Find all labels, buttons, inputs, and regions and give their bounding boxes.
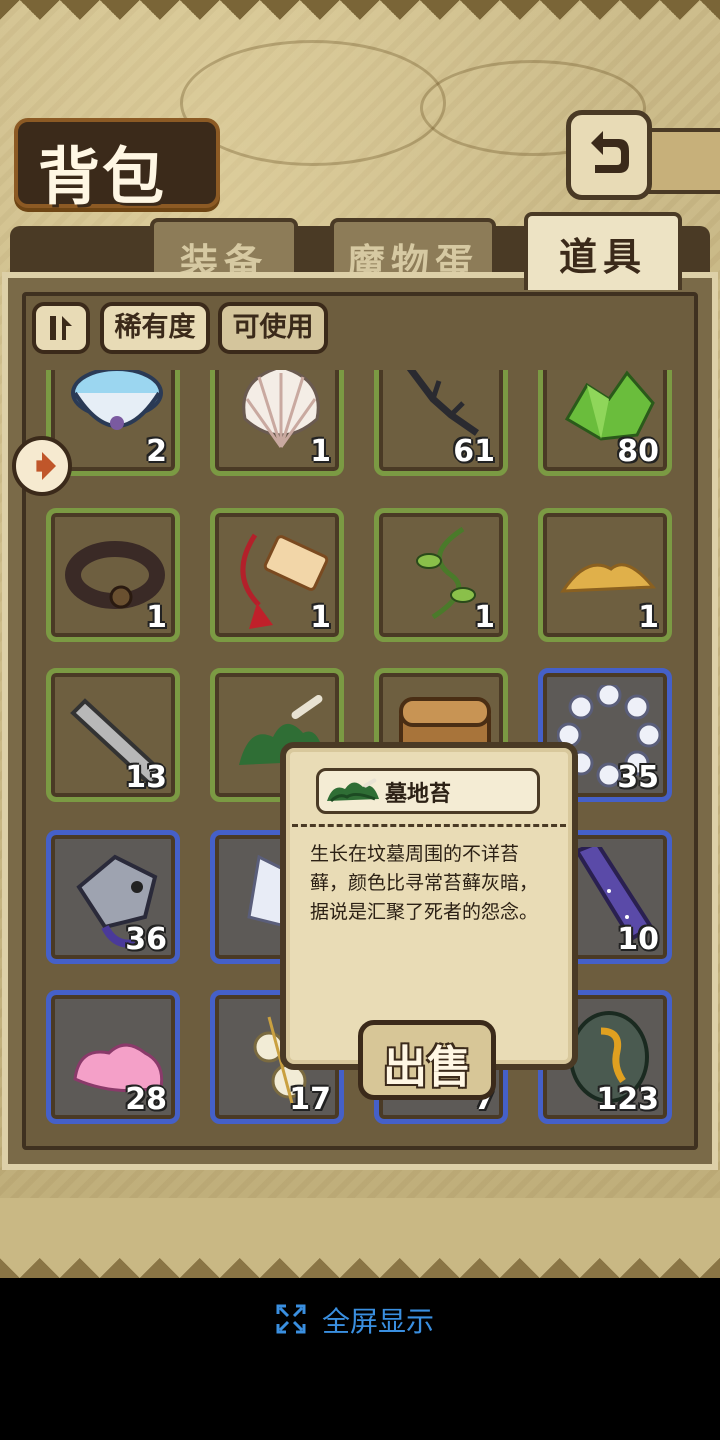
grave-moss-icon <box>327 778 379 803</box>
sell-button[interactable]: 出售 <box>358 1020 496 1100</box>
inventory-slot[interactable]: 1 <box>538 508 672 642</box>
inventory-slot[interactable]: 1 <box>210 508 344 642</box>
popup-divider <box>292 824 566 827</box>
item-name-bar: 墓地苔 <box>316 768 540 814</box>
side-menu-icon[interactable] <box>12 436 72 496</box>
inventory-slot[interactable]: 1 <box>46 508 180 642</box>
inventory-slot[interactable]: 1 <box>210 370 344 476</box>
item-quantity: 1 <box>638 600 659 635</box>
back-button-tail <box>642 128 720 194</box>
item-quantity: 17 <box>289 1082 331 1117</box>
bottom-zigzag-border <box>0 1198 720 1278</box>
inventory-slot[interactable]: 80 <box>538 370 672 476</box>
item-quantity: 61 <box>453 434 495 469</box>
inventory-slot[interactable]: 1 <box>374 508 508 642</box>
back-button[interactable] <box>566 110 652 200</box>
item-quantity: 2 <box>146 434 167 469</box>
item-quantity: 1 <box>474 600 495 635</box>
item-description: 生长在坟墓周围的不详苔藓，颜色比寻常苔藓灰暗，据说是汇聚了死者的怨念。 <box>310 843 539 923</box>
inventory-slot[interactable]: 61 <box>374 370 508 476</box>
inventory-slot[interactable]: 13 <box>46 668 180 802</box>
item-quantity: 28 <box>125 1082 167 1117</box>
expand-icon[interactable] <box>276 1304 306 1334</box>
sort-by-rarity-button[interactable]: 稀有度 <box>100 302 210 354</box>
inventory-slot[interactable]: 28 <box>46 990 180 1124</box>
back-arrow-icon <box>591 131 629 173</box>
item-quantity: 1 <box>310 600 331 635</box>
sort-order-button[interactable] <box>32 302 90 354</box>
page-title: 背包 <box>14 118 220 213</box>
tab-items[interactable]: 道具 <box>524 212 682 290</box>
game-scene: 背包 装备 魔物蛋 道具 稀有度 可使用 2 1 61 80 1 1 1 1 13 35 36 10 2… <box>0 0 720 1278</box>
item-quantity: 80 <box>617 434 659 469</box>
sort-toggle-icon <box>50 316 72 340</box>
item-quantity: 10 <box>617 922 659 957</box>
item-quantity: 1 <box>310 434 331 469</box>
item-quantity: 123 <box>596 1082 659 1117</box>
item-quantity: 1 <box>146 600 167 635</box>
filter-usable-button[interactable]: 可使用 <box>218 302 328 354</box>
top-zigzag-border <box>0 0 720 40</box>
item-quantity: 36 <box>125 922 167 957</box>
item-quantity: 13 <box>125 760 167 795</box>
fullscreen-label[interactable]: 全屏显示 <box>322 1300 434 1340</box>
item-quantity: 35 <box>617 760 659 795</box>
inventory-slot[interactable]: 36 <box>46 830 180 964</box>
